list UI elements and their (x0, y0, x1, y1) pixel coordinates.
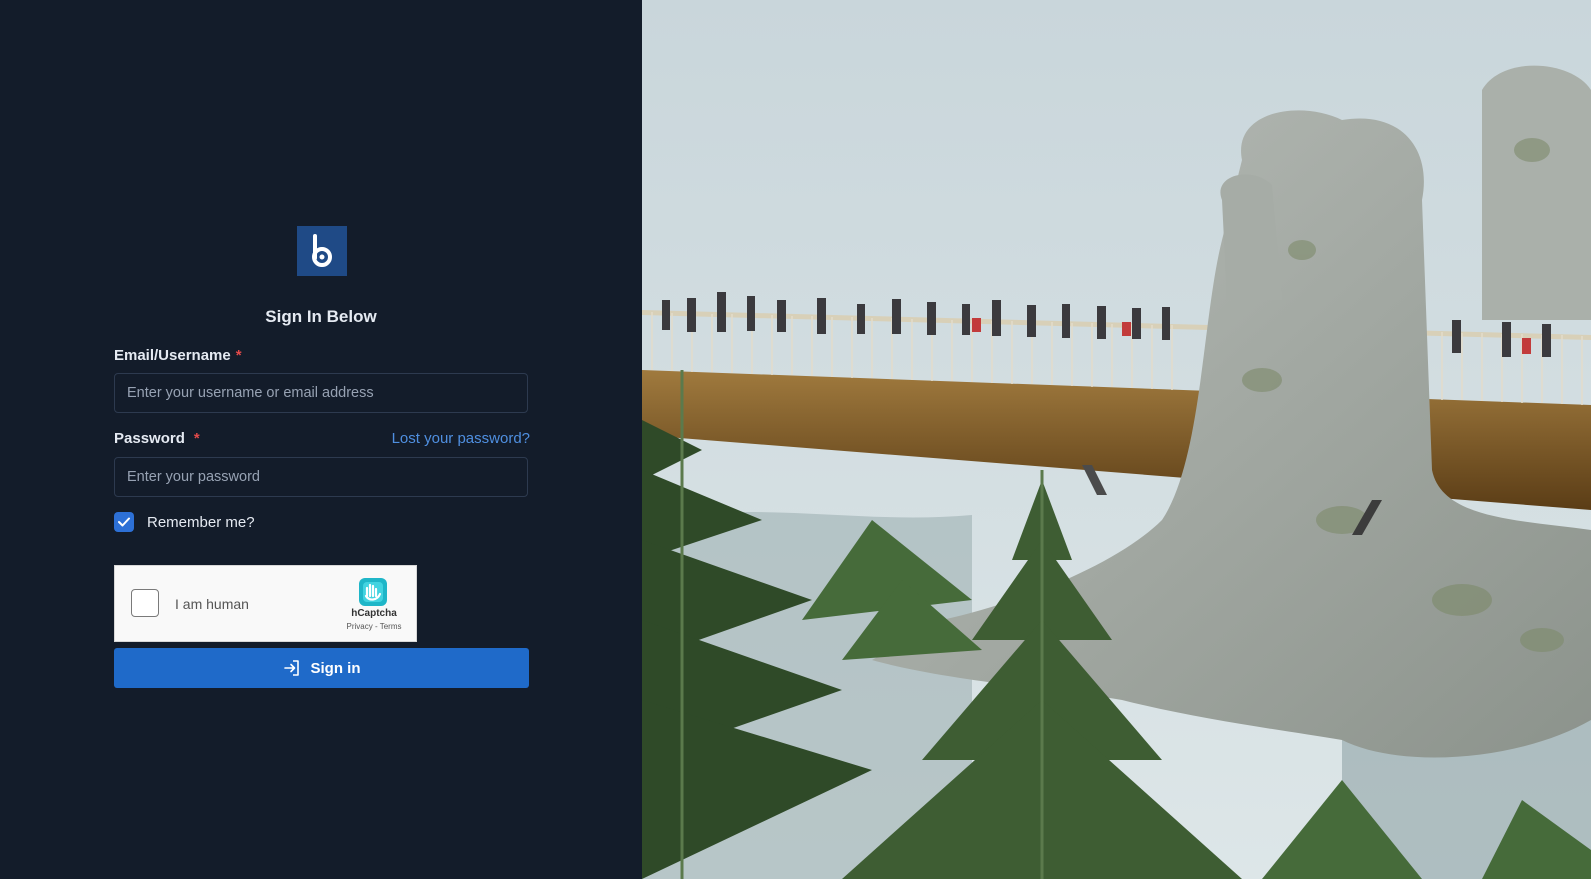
hcaptcha-widget: I am human hCaptcha Privacy - Terms (114, 565, 417, 642)
page-title: Sign In Below (265, 307, 377, 326)
captcha-checkbox[interactable] (131, 589, 159, 617)
password-label-text: Password (114, 430, 185, 447)
captcha-links[interactable]: Privacy - Terms (337, 622, 411, 631)
remember-label: Remember me? (147, 513, 255, 531)
remember-checkbox[interactable] (114, 512, 134, 532)
hcaptcha-logo-icon (359, 578, 387, 606)
email-label: Email/Username * (114, 347, 242, 364)
password-input[interactable] (114, 457, 528, 497)
hero-photo (642, 0, 1591, 879)
captcha-label: I am human (175, 596, 249, 612)
checkmark-icon (118, 517, 130, 527)
remember-me[interactable]: Remember me? (114, 512, 255, 532)
email-input[interactable] (114, 373, 528, 413)
sign-in-icon (283, 660, 299, 676)
password-label: Password * (114, 430, 200, 447)
login-panel: Sign In Below Email/Username* Password* … (0, 0, 642, 879)
required-marker: * (235, 347, 242, 364)
required-marker: * (193, 430, 200, 447)
sign-in-button[interactable]: Sign in (114, 648, 529, 688)
lost-password-link[interactable]: Lost your password? (392, 430, 530, 447)
captcha-brand: hCaptcha (351, 608, 397, 619)
sign-in-label: Sign in (310, 659, 361, 677)
email-label-text: Email/Username (114, 347, 231, 364)
brand-logo-icon (297, 226, 347, 276)
